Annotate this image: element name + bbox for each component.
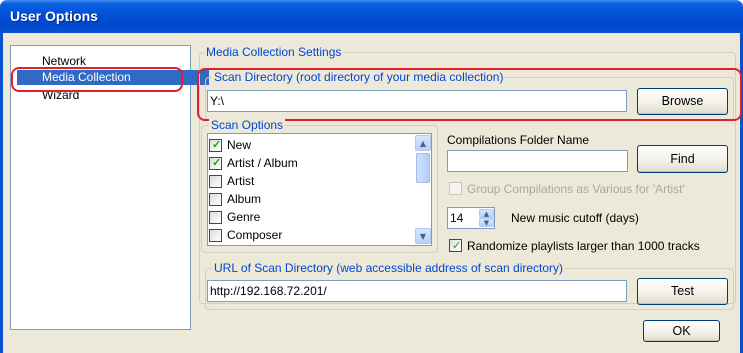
group-compilations-checkbox[interactable] [449,182,462,195]
test-button[interactable]: Test [637,278,728,305]
group-compilations-label: Group Compilations as Various for 'Artis… [467,181,685,196]
checkbox[interactable] [209,228,222,242]
scan-option-artist[interactable]: Artist [209,172,254,190]
scan-option-album[interactable]: Album [209,190,261,208]
arrow-up-icon[interactable]: ▲ [415,135,431,151]
scan-option-label: Album [227,192,262,206]
check-icon: ✓ [212,138,222,151]
cutoff-days-label: New music cutoff (days) [511,211,639,225]
randomize-checkbox[interactable]: ✓ [449,239,462,252]
randomize-label: Randomize playlists larger than 1000 tra… [467,238,700,253]
scan-option-artist-album[interactable]: ✓ Artist / Album [209,154,298,172]
randomize-checkbox-row[interactable]: ✓ Randomize playlists larger than 1000 t… [449,238,734,253]
scan-option-label: Artist [227,174,255,188]
url-input[interactable]: http://192.168.72.201/ [207,280,627,302]
scan-directory-highlight [197,68,742,121]
compilations-folder-input[interactable] [447,150,628,172]
group-compilations-checkbox-row[interactable]: Group Compilations as Various for 'Artis… [449,181,729,196]
url-label: URL of Scan Directory (web accessible ad… [212,261,566,275]
scan-options-list[interactable]: ✓ New ✓ Artist / Album Artist Album Genre … [207,133,432,246]
scan-option-new[interactable]: ✓ New [209,136,251,154]
scrollbar-thumb[interactable] [416,153,430,183]
checkbox[interactable] [209,210,222,224]
user-options-window: User Options Network Media Collection Wi… [0,0,743,353]
media-collection-settings-label: Media Collection Settings [204,45,344,59]
checkbox[interactable] [209,192,222,206]
check-icon: ✓ [452,239,462,252]
check-icon: ✓ [212,156,222,169]
scan-option-label: Composer [227,228,283,242]
arrow-down-icon[interactable]: ▼ [415,228,431,244]
scan-option-genre[interactable]: Genre [209,208,260,226]
arrow-down-icon[interactable]: ▼ [479,218,494,227]
title-bar[interactable]: User Options [0,0,743,33]
checkbox[interactable]: ✓ [209,156,222,170]
scan-option-label: Genre [227,210,261,224]
arrow-up-icon[interactable]: ▲ [479,209,494,218]
scan-option-label: New [227,138,252,152]
compilations-folder-label: Compilations Folder Name [447,133,590,147]
find-button[interactable]: Find [637,145,728,173]
scan-option-label: Artist / Album [227,156,298,170]
ok-button[interactable]: OK [643,320,720,342]
scan-options-label: Scan Options [209,118,286,132]
checkbox[interactable] [209,174,222,188]
checkbox[interactable]: ✓ [209,138,222,152]
nav-selection-highlight [11,67,183,92]
scan-option-composer[interactable]: Composer [209,226,282,244]
window-title: User Options [10,8,98,24]
